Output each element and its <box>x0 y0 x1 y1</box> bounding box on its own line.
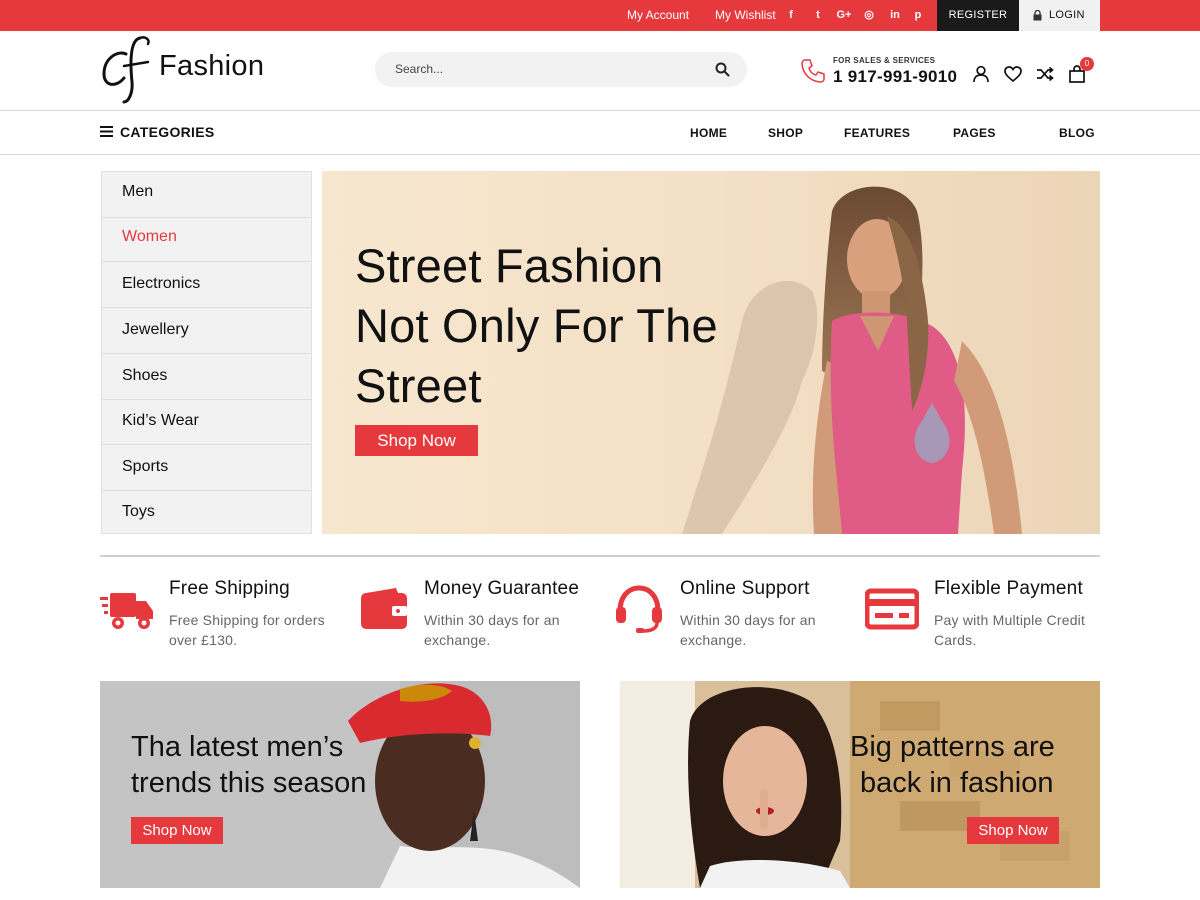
patterns-banner-line-1: Big patterns are <box>850 731 1055 763</box>
pinterest-icon[interactable]: p <box>910 7 926 23</box>
logo-mark[interactable] <box>100 32 156 104</box>
hero-title-line-3: Street <box>355 359 482 412</box>
headset-icon <box>616 585 662 633</box>
twitter-icon[interactable]: t <box>810 7 826 23</box>
nav-item-home[interactable]: HOME <box>690 126 727 140</box>
sidebar-item-men[interactable]: Men <box>102 172 311 218</box>
my-wishlist-link[interactable]: My Wishlist <box>715 8 776 22</box>
top-bar: My Account My Wishlist f t G+ ◎ in p REG… <box>0 0 1200 31</box>
feature-desc-line: Cards. <box>934 632 977 648</box>
feature-desc-line: Pay with Multiple Credit <box>934 612 1086 628</box>
feature-desc-line: over £130. <box>169 632 238 648</box>
wallet-icon <box>361 588 407 629</box>
hero-banner: Street Fashion Not Only For The Street S… <box>322 171 1100 534</box>
feature-desc-line: Within 30 days for an <box>680 612 816 628</box>
register-button[interactable]: REGISTER <box>937 0 1019 31</box>
feature-desc-online-support: Within 30 days for an exchange. <box>680 610 816 650</box>
patterns-banner-shop-now-button[interactable]: Shop Now <box>967 817 1059 844</box>
sales-phone[interactable]: 1 917-991-9010 <box>833 67 957 87</box>
men-banner-line-2: trends this season <box>131 767 367 799</box>
feature-title-free-shipping: Free Shipping <box>169 578 290 599</box>
login-button[interactable]: LOGIN <box>1019 0 1100 31</box>
search-placeholder: Search... <box>395 62 444 76</box>
phone-icon <box>801 59 825 83</box>
cart-count-badge: 0 <box>1080 57 1094 71</box>
nav-divider <box>0 154 1200 155</box>
logo-text[interactable]: Fashion <box>159 50 264 83</box>
user-icon[interactable] <box>971 64 991 84</box>
feature-desc-flexible-payment: Pay with Multiple Credit Cards. <box>934 610 1085 650</box>
shuffle-icon[interactable] <box>1035 64 1055 84</box>
feature-title-online-support: Online Support <box>680 578 810 599</box>
nav-item-features[interactable]: FEATURES <box>844 126 910 140</box>
nav-item-pages[interactable]: PAGES <box>953 126 996 140</box>
login-label: LOGIN <box>1049 9 1085 21</box>
feature-desc-money-guarantee: Within 30 days for an exchange. <box>424 610 560 650</box>
sidebar-item-kids-wear[interactable]: Kid’s Wear <box>102 399 311 445</box>
men-banner-shop-now-button[interactable]: Shop Now <box>131 817 223 844</box>
men-banner-line-1: Tha latest men’s <box>131 731 344 763</box>
search-input[interactable]: Search... <box>375 52 747 87</box>
section-divider <box>100 555 1100 557</box>
facebook-icon[interactable]: f <box>783 7 799 23</box>
truck-icon <box>100 593 153 629</box>
feature-desc-free-shipping: Free Shipping for orders over £130. <box>169 610 325 650</box>
linkedin-icon[interactable]: in <box>887 7 903 23</box>
nav-item-shop[interactable]: SHOP <box>768 126 803 140</box>
feature-title-flexible-payment: Flexible Payment <box>934 578 1083 599</box>
heart-icon[interactable] <box>1003 64 1023 84</box>
hero-title-line-2: Not Only For The <box>355 299 718 352</box>
hero-shop-now-button[interactable]: Shop Now <box>355 425 478 456</box>
hero-title-line-1: Street Fashion <box>355 239 664 292</box>
instagram-icon[interactable]: ◎ <box>861 7 877 23</box>
credit-card-icon <box>865 588 919 630</box>
categories-toggle[interactable]: CATEGORIES <box>120 124 215 140</box>
feature-title-money-guarantee: Money Guarantee <box>424 578 580 599</box>
sidebar-item-women[interactable]: Women <box>102 214 311 262</box>
feature-desc-line: exchange. <box>680 632 747 648</box>
menu-icon[interactable] <box>100 126 113 137</box>
sidebar-item-electronics[interactable]: Electronics <box>102 262 311 308</box>
sales-label: FOR SALES & SERVICES <box>833 56 936 65</box>
feature-desc-line: Within 30 days for an <box>424 612 560 628</box>
search-icon[interactable] <box>715 62 730 77</box>
feature-desc-line: Free Shipping for orders <box>169 612 325 628</box>
nav-item-blog[interactable]: BLOG <box>1059 126 1095 140</box>
my-account-link[interactable]: My Account <box>627 8 689 22</box>
google-plus-icon[interactable]: G+ <box>836 7 852 23</box>
header-divider <box>0 110 1200 111</box>
feature-desc-line: exchange. <box>424 632 491 648</box>
sidebar-item-shoes[interactable]: Shoes <box>102 354 311 400</box>
sidebar-item-sports[interactable]: Sports <box>102 445 311 491</box>
category-sidebar: Men Women Electronics Jewellery Shoes Ki… <box>101 171 312 534</box>
patterns-banner[interactable]: Big patterns are back in fashion Shop No… <box>620 681 1100 888</box>
men-trends-banner[interactable]: Tha latest men’s trends this season Shop… <box>100 681 580 888</box>
sidebar-item-jewellery[interactable]: Jewellery <box>102 308 311 354</box>
patterns-banner-line-2: back in fashion <box>860 767 1054 799</box>
lock-icon <box>1033 10 1042 21</box>
sidebar-item-toys[interactable]: Toys <box>102 490 311 536</box>
